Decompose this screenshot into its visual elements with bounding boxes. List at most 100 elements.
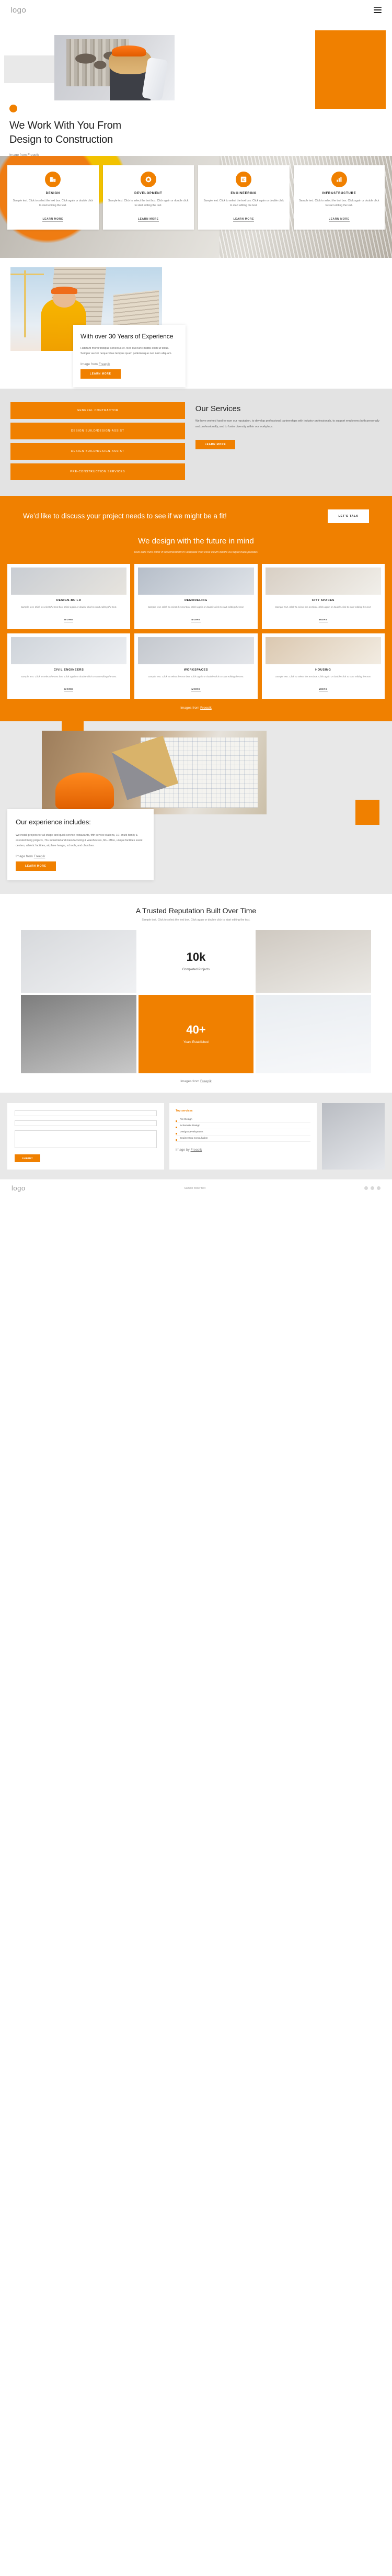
experience-image-credit: Image from Freepik	[80, 362, 110, 366]
hamburger-icon[interactable]	[374, 7, 382, 13]
email-field[interactable]	[15, 1120, 157, 1127]
our-services-copy: Our Services We have worked hard to earn…	[195, 402, 382, 480]
portfolio-card-body: Sample text. Click to select the text bo…	[20, 675, 117, 678]
service-button-general-contractor[interactable]: GENERAL CONTRACTOR	[10, 402, 185, 419]
credit-link[interactable]: Freepik	[200, 706, 212, 710]
service-card-body: Sample text. Click to select the text bo…	[13, 199, 93, 208]
mosaic-photo-woman	[256, 930, 371, 993]
learn-more-link[interactable]: LEARN MORE	[137, 218, 159, 222]
cta-banner: We’d like to discuss your project needs …	[0, 496, 392, 535]
bottom-section: SUBMIT Top services Pre Design Schematic…	[0, 1093, 392, 1179]
portfolio-card-title: CITY SPACES	[312, 598, 335, 602]
top-services-list: Top services Pre Design Schematic Design…	[169, 1103, 317, 1170]
service-card-title: ENGINEERING	[230, 192, 257, 195]
service-button-design-build-1[interactable]: DESIGN BUILD/DESIGN-ASSIST	[10, 423, 185, 439]
portfolio-card[interactable]: CIVIL ENGINEERS Sample text. Click to se…	[7, 633, 131, 699]
experience-learn-more-button[interactable]: LEARN MORE	[80, 369, 121, 379]
lets-talk-button[interactable]: LET'S TALK	[328, 509, 369, 523]
hero-orange-block	[315, 30, 386, 109]
mosaic-photo-laptop	[256, 995, 371, 1074]
service-card[interactable]: INFRASTRUCTURE Sample text. Click to sel…	[293, 165, 385, 230]
portfolio-card-title: CIVIL ENGINEERS	[53, 668, 84, 672]
portfolio-card[interactable]: HOUSING Sample text. Click to select the…	[261, 633, 385, 699]
our-services-heading: Our Services	[195, 404, 241, 413]
portfolio-more-link[interactable]: MORE	[318, 688, 328, 693]
learn-more-link[interactable]: LEARN MORE	[233, 218, 255, 222]
credit-link[interactable]: Freepik	[99, 362, 110, 366]
service-card[interactable]: ENGINEERING Sample text. Click to select…	[198, 165, 290, 230]
credit-link[interactable]: Freepik	[200, 1080, 212, 1083]
reputation-subheading: Sample text. Click to select the text bo…	[142, 918, 250, 922]
portfolio-thumbnail	[138, 567, 254, 595]
stat-years-established: 40+ Years Established	[138, 995, 254, 1074]
mosaic-photo-meeting	[21, 930, 136, 993]
services-card-row: DESIGN Sample text. Click to select the …	[0, 156, 392, 239]
portfolio-card[interactable]: CITY SPACES Sample text. Click to select…	[261, 563, 385, 629]
message-field[interactable]	[15, 1130, 157, 1149]
stat-completed-projects: 10k Completed Projects	[138, 930, 254, 993]
portfolio-thumbnail	[265, 637, 381, 664]
name-field[interactable]	[15, 1110, 157, 1117]
submit-button[interactable]: SUBMIT	[15, 1154, 41, 1163]
credit-link[interactable]: Freepik	[34, 855, 45, 858]
includes-image-credit: Image from Freepik	[16, 855, 45, 859]
portfolio-card[interactable]: DESIGN-BUILD Sample text. Click to selec…	[7, 563, 131, 629]
includes-learn-more-button[interactable]: LEARN MORE	[16, 861, 56, 871]
portfolio-card-body: Sample text. Click to select the text bo…	[148, 675, 244, 678]
bottom-side-photo	[322, 1103, 385, 1170]
list-item[interactable]: Pre Design	[176, 1117, 310, 1124]
portfolio-more-link[interactable]: MORE	[191, 688, 201, 693]
portfolio-thumbnail	[138, 637, 254, 664]
chart-bars-icon	[331, 172, 347, 187]
list-item[interactable]: Schematic Design	[176, 1123, 310, 1130]
hero-photo	[54, 35, 175, 100]
footer-logo[interactable]: logo	[11, 1184, 26, 1192]
stat-label: Years Established	[183, 1041, 209, 1045]
portfolio-more-link[interactable]: MORE	[64, 619, 74, 622]
portfolio-card-body: Sample text. Click to select the text bo…	[148, 605, 244, 608]
service-card[interactable]: DESIGN Sample text. Click to select the …	[7, 165, 99, 230]
hero-section: We Work With You From Design to Construc…	[0, 20, 392, 157]
page-root: logo We Work With You From Design to Con…	[0, 0, 392, 1197]
site-footer: logo Sample footer text	[0, 1179, 392, 1197]
reputation-image-credit: Images from Freepik	[180, 1080, 212, 1084]
reputation-section: A Trusted Reputation Built Over Time Sam…	[0, 894, 392, 1093]
portfolio-more-link[interactable]: MORE	[318, 619, 328, 622]
credit-link[interactable]: Freepik	[191, 1148, 202, 1152]
list-image-credit: Image by Freepik	[176, 1148, 202, 1152]
list-item[interactable]: Design Development	[176, 1129, 310, 1136]
service-card-title: DESIGN	[45, 192, 60, 195]
portfolio-card[interactable]: REMODELING Sample text. Click to select …	[134, 563, 258, 629]
portfolio-card-body: Sample text. Click to select the text bo…	[275, 675, 372, 678]
includes-body: We install projects for all shape and qu…	[16, 834, 143, 848]
page-title: We Work With You From Design to Construc…	[9, 120, 122, 145]
portfolio-more-link[interactable]: MORE	[64, 688, 74, 693]
footer-social-icons[interactable]	[364, 1186, 381, 1190]
list-item[interactable]: Engineering Consultation	[176, 1136, 310, 1142]
includes-photo	[42, 731, 267, 815]
experience-includes-section: Our experience includes: We install proj…	[0, 721, 392, 894]
service-card[interactable]: DEVELOPMENT Sample text. Click to select…	[102, 165, 194, 230]
logo[interactable]: logo	[10, 6, 26, 15]
services-strip: DESIGN Sample text. Click to select the …	[0, 156, 392, 258]
portfolio-more-link[interactable]: MORE	[191, 619, 201, 622]
service-card-title: INFRASTRUCTURE	[322, 192, 356, 195]
accent-dot-icon	[9, 105, 17, 112]
learn-more-link[interactable]: LEARN MORE	[42, 218, 64, 222]
portfolio-card-title: DESIGN-BUILD	[56, 598, 82, 602]
portfolio-card-title: HOUSING	[315, 668, 331, 672]
portfolio-heading: We design with the future in mind	[138, 537, 254, 546]
hero-copy: We Work With You From Design to Construc…	[9, 105, 140, 157]
our-services-body: We have worked hard to earn our reputati…	[195, 419, 379, 429]
portfolio-subheading: Duis aute irure dolor in reprehenderit i…	[134, 551, 258, 554]
service-button-pre-construction[interactable]: PRE-CONSTRUCTION SERVICES	[10, 463, 185, 480]
our-services-learn-more-button[interactable]: LEARN MORE	[195, 439, 236, 449]
learn-more-link[interactable]: LEARN MORE	[328, 218, 350, 222]
experience-card: With over 30 Years of Experience Habitan…	[73, 325, 186, 387]
portfolio-card[interactable]: WORKSPACES Sample text. Click to select …	[134, 633, 258, 699]
stat-value: 10k	[186, 950, 206, 964]
portfolio-thumbnail	[11, 567, 127, 595]
portfolio-card-title: WORKSPACES	[183, 668, 209, 672]
service-button-design-build-2[interactable]: DESIGN BUILD/DESIGN-ASSIST	[10, 443, 185, 460]
service-card-title: DEVELOPMENT	[134, 192, 163, 195]
